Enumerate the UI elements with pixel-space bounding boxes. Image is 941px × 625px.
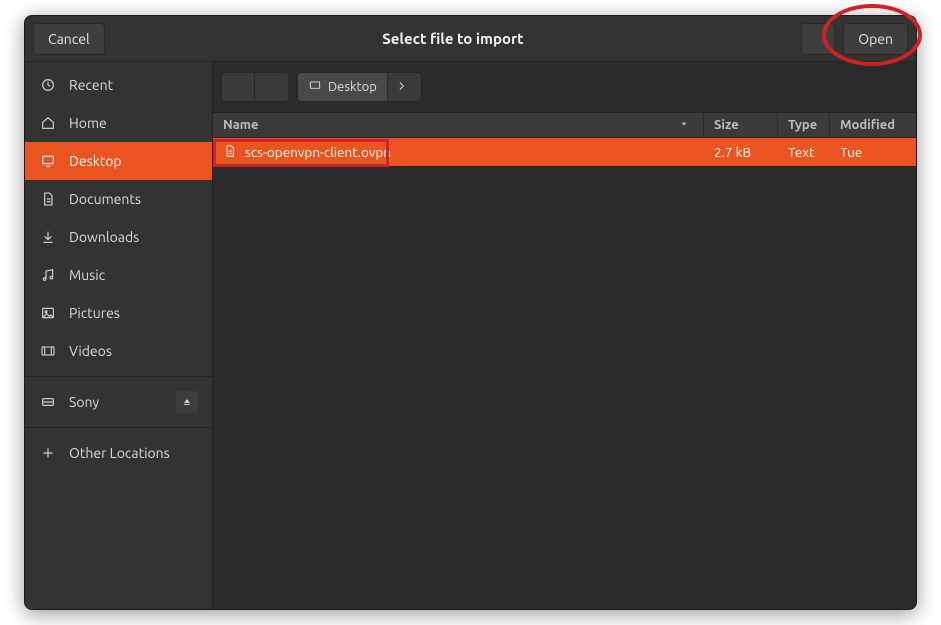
column-header-name[interactable]: Name bbox=[213, 113, 704, 137]
file-list-pane: Desktop Name Size Type bbox=[213, 62, 916, 609]
caret-down-icon bbox=[679, 118, 689, 132]
cancel-button[interactable]: Cancel bbox=[33, 23, 105, 55]
eject-icon bbox=[182, 394, 192, 410]
file-row[interactable]: scs-openvpn-client.ovpn 2.7 kB Text Tue bbox=[213, 138, 916, 166]
sidebar-item-desktop[interactable]: Desktop bbox=[25, 142, 212, 180]
home-icon bbox=[39, 114, 57, 132]
path-bar: Desktop bbox=[213, 62, 916, 112]
sidebar-item-label: Documents bbox=[69, 191, 141, 207]
sidebar-item-downloads[interactable]: Downloads bbox=[25, 218, 212, 256]
drive-icon bbox=[39, 393, 57, 411]
back-button[interactable] bbox=[221, 72, 255, 102]
sidebar-item-videos[interactable]: Videos bbox=[25, 332, 212, 370]
sidebar-item-label: Sony bbox=[69, 394, 99, 410]
pictures-icon bbox=[39, 304, 57, 322]
sidebar-item-home[interactable]: Home bbox=[25, 104, 212, 142]
places-sidebar: Recent Home Desktop Documents Downloads … bbox=[25, 62, 213, 609]
dialog-title: Select file to import bbox=[113, 30, 794, 47]
sidebar-item-pictures[interactable]: Pictures bbox=[25, 294, 212, 332]
dialog-header: Cancel Select file to import Open bbox=[25, 16, 916, 62]
file-name-cell: scs-openvpn-client.ovpn bbox=[213, 144, 704, 161]
sidebar-item-music[interactable]: Music bbox=[25, 256, 212, 294]
chevron-right-icon bbox=[394, 79, 414, 96]
column-label: Size bbox=[714, 118, 739, 132]
plus-icon bbox=[39, 444, 57, 462]
sidebar-item-recent[interactable]: Recent bbox=[25, 66, 212, 104]
column-header-type[interactable]: Type bbox=[778, 113, 830, 137]
path-segment-label: Desktop bbox=[328, 80, 377, 94]
path-home-button[interactable] bbox=[255, 72, 289, 102]
sidebar-item-other-locations[interactable]: Other Locations bbox=[25, 434, 212, 472]
sidebar-item-sony[interactable]: Sony bbox=[25, 383, 212, 421]
sidebar-item-label: Downloads bbox=[69, 229, 139, 245]
sidebar-divider bbox=[25, 376, 212, 377]
sidebar-item-label: Pictures bbox=[69, 305, 120, 321]
file-size-cell: 2.7 kB bbox=[704, 144, 778, 160]
desktop-icon bbox=[308, 79, 328, 96]
clock-icon bbox=[39, 76, 57, 94]
documents-icon bbox=[39, 190, 57, 208]
dialog-body: Recent Home Desktop Documents Downloads … bbox=[25, 62, 916, 609]
file-icon bbox=[223, 144, 237, 161]
forward-button[interactable] bbox=[388, 72, 422, 102]
file-chooser-dialog: Cancel Select file to import Open Recent… bbox=[24, 15, 917, 610]
column-header-modified[interactable]: Modified bbox=[830, 113, 916, 137]
music-icon bbox=[39, 266, 57, 284]
videos-icon bbox=[39, 342, 57, 360]
path-segment-desktop[interactable]: Desktop bbox=[297, 72, 388, 102]
column-label: Type bbox=[788, 118, 817, 132]
file-rows: scs-openvpn-client.ovpn 2.7 kB Text Tue bbox=[213, 138, 916, 609]
eject-button[interactable] bbox=[176, 391, 198, 413]
column-label: Modified bbox=[840, 118, 895, 132]
column-headers: Name Size Type Modified bbox=[213, 112, 916, 138]
open-button[interactable]: Open bbox=[843, 23, 908, 55]
search-button[interactable] bbox=[801, 23, 835, 55]
sidebar-item-label: Home bbox=[69, 115, 107, 131]
sidebar-item-documents[interactable]: Documents bbox=[25, 180, 212, 218]
sidebar-item-label: Other Locations bbox=[69, 445, 170, 461]
file-type-cell: Text bbox=[778, 144, 830, 160]
sidebar-item-label: Videos bbox=[69, 343, 112, 359]
desktop-icon bbox=[39, 152, 57, 170]
file-modified-cell: Tue bbox=[830, 144, 916, 160]
sidebar-divider bbox=[25, 427, 212, 428]
column-header-size[interactable]: Size bbox=[704, 113, 778, 137]
sidebar-item-label: Recent bbox=[69, 77, 113, 93]
path-segment-group: Desktop bbox=[297, 72, 422, 102]
sidebar-item-label: Desktop bbox=[69, 153, 122, 169]
file-name: scs-openvpn-client.ovpn bbox=[245, 144, 391, 160]
downloads-icon bbox=[39, 228, 57, 246]
sidebar-item-label: Music bbox=[69, 267, 105, 283]
column-label: Name bbox=[223, 118, 258, 132]
